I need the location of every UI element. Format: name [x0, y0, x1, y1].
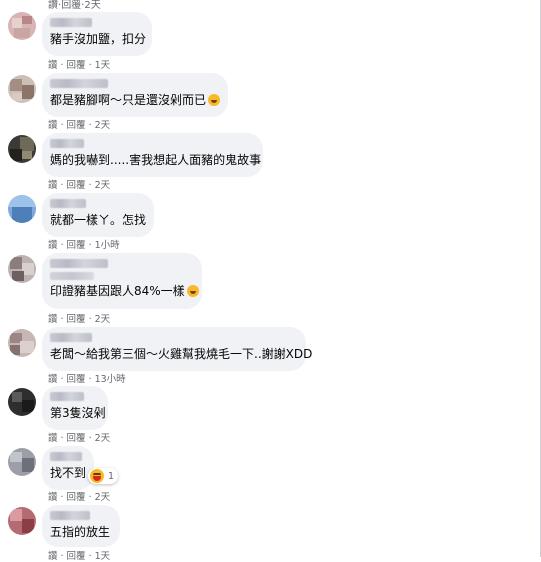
comment-bubble: 就都一樣ㄚ。怎找	[42, 193, 154, 237]
comment-text: 印證豬基因跟人84%一樣	[50, 283, 199, 299]
reaction-badge[interactable]: 1	[88, 468, 119, 484]
comment-text: 就都一樣ㄚ。怎找	[50, 213, 147, 227]
comment-text: 媽的我嚇到.....害我想起人面豬的鬼故事	[50, 153, 262, 167]
commenter-name[interactable]	[50, 259, 108, 268]
reply-link[interactable]: 回覆	[61, 0, 81, 11]
comment-text: 都是豬腳啊～只是還沒剁而已	[50, 92, 221, 108]
timestamp[interactable]: 2天	[95, 433, 111, 444]
comment-text: 老闆～給我第三個～火雞幫我燒毛一下..謝謝XDD	[50, 347, 313, 361]
reply-link[interactable]: 回覆	[67, 374, 86, 385]
comment-actions: 讚·回覆·2天	[48, 314, 111, 325]
avatar[interactable]	[8, 135, 36, 163]
comment-actions: 讚·回覆·2天	[48, 120, 111, 131]
timestamp[interactable]: 2天	[95, 120, 111, 131]
like-link[interactable]: 讚	[48, 180, 58, 191]
commenter-name[interactable]	[50, 18, 92, 27]
avatar[interactable]	[8, 75, 36, 103]
reply-link[interactable]: 回覆	[67, 60, 86, 71]
like-link[interactable]: 讚	[48, 0, 58, 11]
haha-reaction-icon	[90, 469, 104, 483]
avatar[interactable]	[8, 507, 36, 535]
commenter-badge	[50, 272, 94, 280]
comment-actions: 讚 · 回覆 · 1天	[48, 551, 111, 562]
avatar[interactable]	[8, 388, 36, 416]
commenter-name[interactable]	[50, 139, 84, 148]
reply-link[interactable]: 回覆	[67, 433, 86, 444]
like-link[interactable]: 讚	[48, 120, 58, 131]
comment-actions: 讚·回覆·2天	[48, 180, 111, 191]
comment-actions: 讚 · 回覆 · 1天	[48, 60, 111, 71]
comment-actions: 讚·回覆·2天	[48, 0, 101, 11]
comment-text: 找不到	[50, 466, 87, 480]
commenter-name[interactable]	[50, 199, 86, 208]
reply-link[interactable]: 回覆	[67, 492, 86, 503]
timestamp[interactable]: 13小時	[95, 374, 126, 385]
comment-text: 第3隻沒剁	[50, 406, 106, 420]
reply-link[interactable]: 回覆	[67, 120, 86, 131]
reply-link[interactable]: 回覆	[67, 314, 86, 325]
reply-link[interactable]: 回覆	[67, 240, 86, 251]
avatar[interactable]	[8, 329, 36, 357]
commenter-name[interactable]	[50, 333, 92, 342]
commenter-name[interactable]	[50, 511, 90, 520]
comment-actions: 讚·回覆·2天	[48, 433, 111, 444]
commenter-name[interactable]	[50, 392, 84, 401]
timestamp[interactable]: 2天	[84, 0, 100, 11]
comment-bubble: 老闆～給我第三個～火雞幫我燒毛一下..謝謝XDD	[42, 327, 313, 371]
comment-bubble: 都是豬腳啊～只是還沒剁而已	[42, 73, 228, 117]
comment-text: 五指的放生	[50, 525, 111, 539]
comment-actions: 讚 · 回覆 · 13小時	[48, 374, 126, 385]
comment-bubble: 媽的我嚇到.....害我想起人面豬的鬼故事	[42, 133, 263, 177]
timestamp[interactable]: 1小時	[95, 240, 120, 251]
comment-actions: 讚 · 回覆 · 1小時	[48, 240, 120, 251]
comment-text: 豬手沒加鹽，扣分	[50, 32, 147, 46]
comment-bubble: 找不到	[42, 446, 94, 490]
commenter-name[interactable]	[50, 79, 108, 88]
grin-emoji	[186, 285, 199, 297]
comment-actions: 讚·回覆·2天	[48, 492, 111, 503]
reply-link[interactable]: 回覆	[67, 180, 86, 191]
commenter-name[interactable]	[50, 452, 82, 461]
avatar[interactable]	[8, 255, 36, 283]
comment-bubble: 豬手沒加鹽，扣分	[42, 12, 152, 56]
avatar[interactable]	[8, 12, 36, 40]
like-link[interactable]: 讚	[48, 492, 58, 503]
comment-bubble: 第3隻沒剁	[42, 386, 108, 430]
like-link[interactable]: 讚	[48, 240, 58, 251]
comment-bubble: 印證豬基因跟人84%一樣	[42, 253, 202, 309]
like-link[interactable]: 讚	[48, 374, 58, 385]
like-link[interactable]: 讚	[48, 433, 58, 444]
timestamp[interactable]: 1天	[95, 60, 111, 71]
comment-bubble: 五指的放生	[42, 505, 120, 547]
rolling-laugh-emoji	[208, 94, 221, 106]
like-link[interactable]: 讚	[48, 314, 58, 325]
avatar[interactable]	[8, 195, 36, 223]
timestamp[interactable]: 2天	[95, 180, 111, 191]
avatar[interactable]	[8, 448, 36, 476]
like-link[interactable]: 讚	[48, 60, 58, 71]
reaction-count: 1	[108, 470, 115, 482]
timestamp[interactable]: 2天	[95, 492, 111, 503]
timestamp[interactable]: 2天	[95, 314, 111, 325]
